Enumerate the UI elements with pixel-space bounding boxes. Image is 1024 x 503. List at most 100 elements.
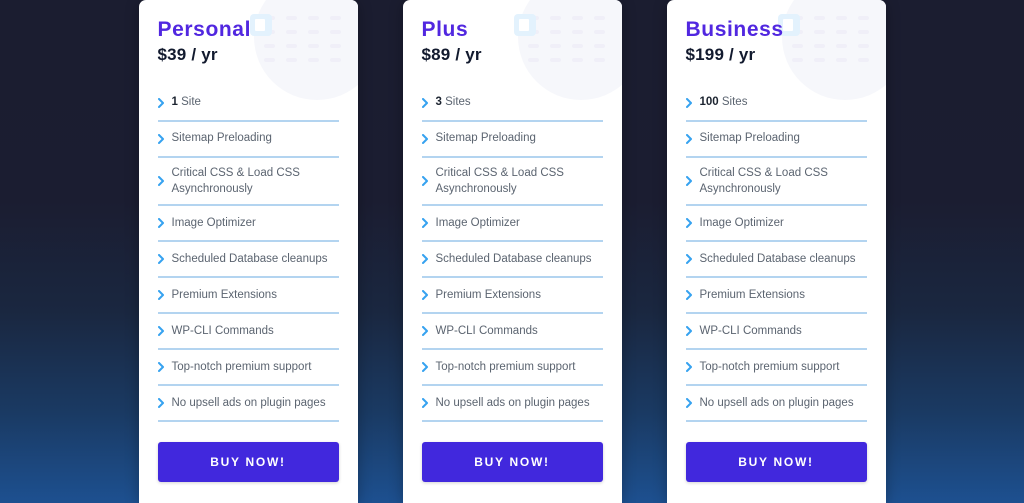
- chevron-right-icon: [685, 398, 700, 409]
- feature-item: Premium Extensions: [157, 278, 339, 315]
- feature-item: Top-notch premium support: [421, 350, 603, 387]
- chevron-right-icon: [421, 398, 436, 409]
- feature-item-label: Scheduled Database cleanups: [435, 253, 592, 266]
- feature-item: Critical CSS & Load CSS Asynchronously: [157, 158, 339, 207]
- feature-item-label: Image Optimizer: [699, 217, 784, 230]
- chevron-right-icon: [685, 326, 700, 337]
- feature-item-label: Top-notch premium support: [171, 361, 312, 374]
- feature-item-label: Sitemap Preloading: [171, 132, 272, 145]
- sites-count-label: Sites: [718, 96, 748, 109]
- feature-item: Critical CSS & Load CSS Asynchronously: [421, 158, 603, 207]
- feature-item: Top-notch premium support: [157, 350, 339, 387]
- feature-item-label: Premium Extensions: [699, 289, 805, 302]
- feature-item-label: Scheduled Database cleanups: [699, 253, 856, 266]
- chevron-right-icon: [685, 254, 700, 265]
- chevron-right-icon: [685, 97, 700, 108]
- feature-item-label: Scheduled Database cleanups: [171, 253, 328, 266]
- chevron-right-icon: [157, 362, 172, 373]
- pricing-card-header: Plus $89 / yr: [422, 18, 603, 66]
- plan-name: Personal: [157, 18, 252, 41]
- feature-item-label: 100 Sites: [700, 94, 748, 110]
- feature-item: Scheduled Database cleanups: [685, 242, 867, 279]
- chevron-right-icon: [685, 175, 700, 186]
- feature-item: No upsell ads on plugin pages: [421, 386, 603, 423]
- feature-item-sites: 100 Sites: [685, 86, 867, 122]
- feature-item: No upsell ads on plugin pages: [685, 386, 867, 423]
- feature-item: Scheduled Database cleanups: [421, 242, 603, 279]
- chevron-right-icon: [157, 133, 172, 144]
- feature-item-label: Top-notch premium support: [435, 361, 576, 374]
- feature-item-label: Premium Extensions: [435, 289, 541, 302]
- feature-item-label: WP-CLI Commands: [699, 325, 802, 338]
- pricing-card-plus: Plus $89 / yr 3 Sites Sitemap Preloading Cri…: [402, 0, 622, 503]
- feature-item-label: Sitemap Preloading: [699, 132, 800, 145]
- feature-item-label: Image Optimizer: [171, 217, 256, 230]
- chevron-right-icon: [421, 362, 436, 373]
- chevron-right-icon: [157, 254, 172, 265]
- feature-item: WP-CLI Commands: [157, 314, 339, 351]
- chevron-right-icon: [157, 398, 172, 409]
- sites-count-value: 100: [699, 96, 719, 109]
- buy-now-button[interactable]: BUY NOW!: [685, 442, 867, 483]
- plan-name: Business: [685, 18, 784, 41]
- pricing-card-header: Business $199 / yr: [686, 18, 867, 66]
- feature-item: Image Optimizer: [685, 206, 867, 243]
- buy-now-button[interactable]: BUY NOW!: [157, 442, 339, 483]
- feature-item-sites: 1 Site: [157, 86, 339, 122]
- feature-item-label: Critical CSS & Load CSS Asynchronously: [171, 166, 300, 195]
- feature-item: Premium Extensions: [685, 278, 867, 315]
- feature-item: Sitemap Preloading: [421, 122, 603, 158]
- pricing-card-business: Business $199 / yr 100 Sites Sitemap Preloa…: [666, 0, 886, 503]
- feature-item: Critical CSS & Load CSS Asynchronously: [685, 158, 867, 207]
- feature-item: WP-CLI Commands: [685, 314, 867, 351]
- chevron-right-icon: [157, 218, 172, 229]
- chevron-right-icon: [685, 362, 700, 373]
- feature-item: Premium Extensions: [421, 278, 603, 315]
- feature-item-label: Critical CSS & Load CSS Asynchronously: [435, 166, 564, 195]
- feature-item: Top-notch premium support: [685, 350, 867, 387]
- plan-name: Plus: [421, 18, 469, 41]
- chevron-right-icon: [421, 326, 436, 337]
- feature-item: WP-CLI Commands: [421, 314, 603, 351]
- feature-item: Image Optimizer: [421, 206, 603, 243]
- chevron-right-icon: [421, 175, 436, 186]
- chevron-right-icon: [157, 175, 172, 186]
- feature-item-label: Image Optimizer: [435, 217, 520, 230]
- chevron-right-icon: [421, 97, 436, 108]
- feature-item-label: No upsell ads on plugin pages: [699, 397, 854, 410]
- feature-item: Scheduled Database cleanups: [157, 242, 339, 279]
- sites-count-label: Site: [177, 96, 201, 109]
- feature-item-sites: 3 Sites: [421, 86, 603, 122]
- feature-item: Image Optimizer: [157, 206, 339, 243]
- plan-price: $89 / yr: [421, 45, 482, 65]
- plan-price: $39 / yr: [157, 45, 218, 65]
- chevron-right-icon: [421, 218, 436, 229]
- feature-item-label: No upsell ads on plugin pages: [435, 397, 590, 410]
- chevron-right-icon: [421, 254, 436, 265]
- chevron-right-icon: [685, 218, 700, 229]
- feature-item-label: No upsell ads on plugin pages: [171, 397, 326, 410]
- feature-list: 1 Site Sitemap Preloading Critical CSS & L…: [157, 86, 339, 423]
- pricing-card-personal: Personal $39 / yr 1 Site Sitemap Preloading…: [138, 0, 358, 503]
- feature-item-label: 1 Site: [172, 94, 201, 110]
- feature-item-label: Critical CSS & Load CSS Asynchronously: [699, 166, 828, 195]
- feature-item: Sitemap Preloading: [157, 122, 339, 158]
- feature-item-label: WP-CLI Commands: [435, 325, 538, 338]
- feature-list: 100 Sites Sitemap Preloading Critical CSS …: [685, 86, 867, 423]
- chevron-right-icon: [685, 133, 700, 144]
- pricing-card-header: Personal $39 / yr: [158, 18, 339, 66]
- feature-item-label: WP-CLI Commands: [171, 325, 274, 338]
- feature-list: 3 Sites Sitemap Preloading Critical CSS & …: [421, 86, 603, 423]
- feature-item-label: Top-notch premium support: [699, 361, 840, 374]
- buy-now-button[interactable]: BUY NOW!: [421, 442, 603, 483]
- chevron-right-icon: [157, 290, 172, 301]
- feature-item: No upsell ads on plugin pages: [157, 386, 339, 423]
- feature-item-label: 3 Sites: [436, 94, 471, 110]
- chevron-right-icon: [421, 133, 436, 144]
- chevron-right-icon: [157, 97, 172, 108]
- pricing-table: Personal $39 / yr 1 Site Sitemap Preloading…: [0, 0, 1024, 503]
- chevron-right-icon: [421, 290, 436, 301]
- feature-item: Sitemap Preloading: [685, 122, 867, 158]
- sites-count-label: Sites: [441, 96, 471, 109]
- chevron-right-icon: [685, 290, 700, 301]
